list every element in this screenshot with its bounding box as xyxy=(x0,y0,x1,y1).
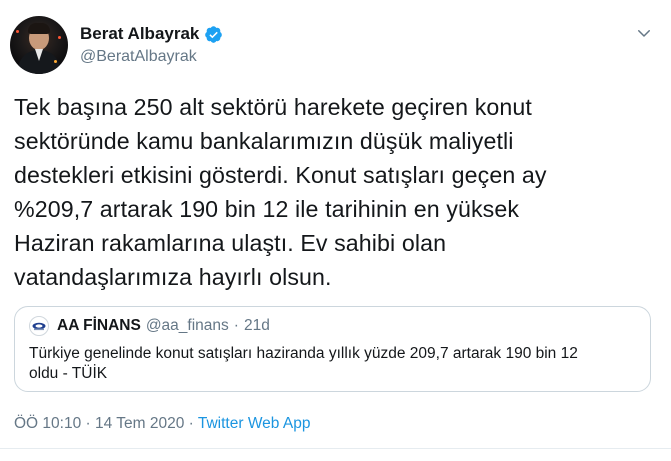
quoted-author-avatar xyxy=(29,316,49,336)
divider xyxy=(0,448,671,449)
quoted-tweet-header: AA FİNANS @aa_finans · 21d xyxy=(29,316,270,336)
verified-badge-icon xyxy=(204,25,223,44)
author-avatar[interactable] xyxy=(10,16,68,74)
tweet-text-line: %209,7 artarak 190 bin 12 ile tarihinin … xyxy=(14,196,520,222)
author-name[interactable]: Berat Albayrak xyxy=(80,23,199,45)
author-info: Berat Albayrak @BeratAlbayrak xyxy=(80,23,223,67)
quoted-tweet-time: 21d xyxy=(243,317,270,334)
tweet-text-line: destekleri etkisini gösterdi. Konut satı… xyxy=(14,162,547,188)
quoted-author-name: AA FİNANS xyxy=(57,317,141,334)
author-name-row: Berat Albayrak xyxy=(80,23,223,45)
avatar-light xyxy=(54,60,57,63)
tweet-body: Tek başına 250 alt sektörü harekete geçi… xyxy=(14,90,659,294)
avatar-light xyxy=(58,36,61,39)
tweet-text-line: Tek başına 250 alt sektörü harekete geçi… xyxy=(14,94,532,120)
quoted-tweet[interactable]: AA FİNANS @aa_finans · 21d Türkiye genel… xyxy=(14,306,651,392)
tweet-text-line: Haziran rakamlarına ulaştı. Ev sahibi ol… xyxy=(14,230,447,256)
tweet-time[interactable]: ÖÖ 10:10 xyxy=(14,415,81,432)
tweet-meta: ÖÖ 10:10 · 14 Tem 2020 · Twitter Web App xyxy=(14,415,310,433)
tweet-text-line: vatandaşlarımıza hayırlı olsun. xyxy=(14,264,332,290)
tweet-card: Berat Albayrak @BeratAlbayrak Tek başına… xyxy=(0,0,671,461)
separator-dot: · xyxy=(233,317,239,334)
tweet-date[interactable]: 14 Tem 2020 xyxy=(95,415,184,432)
avatar-hair xyxy=(28,23,50,34)
tweet-source-link[interactable]: Twitter Web App xyxy=(198,415,311,432)
separator-dot: · xyxy=(85,415,91,432)
tweet-text-line: sektöründe kamu bankalarımızın düşük mal… xyxy=(14,128,514,154)
tweet-header: Berat Albayrak @BeratAlbayrak xyxy=(10,10,657,80)
quoted-text-line: Türkiye genelinde konut satışları hazira… xyxy=(29,345,578,362)
avatar-light xyxy=(16,30,19,33)
aa-logo-icon xyxy=(32,322,46,331)
separator-dot: · xyxy=(188,415,194,432)
chevron-down-icon[interactable] xyxy=(635,24,653,42)
quoted-text-line: oldu - TÜİK xyxy=(29,365,108,382)
author-handle[interactable]: @BeratAlbayrak xyxy=(80,46,223,67)
quoted-author-handle: @aa_finans xyxy=(145,317,229,334)
quoted-tweet-text: Türkiye genelinde konut satışları hazira… xyxy=(29,344,639,384)
